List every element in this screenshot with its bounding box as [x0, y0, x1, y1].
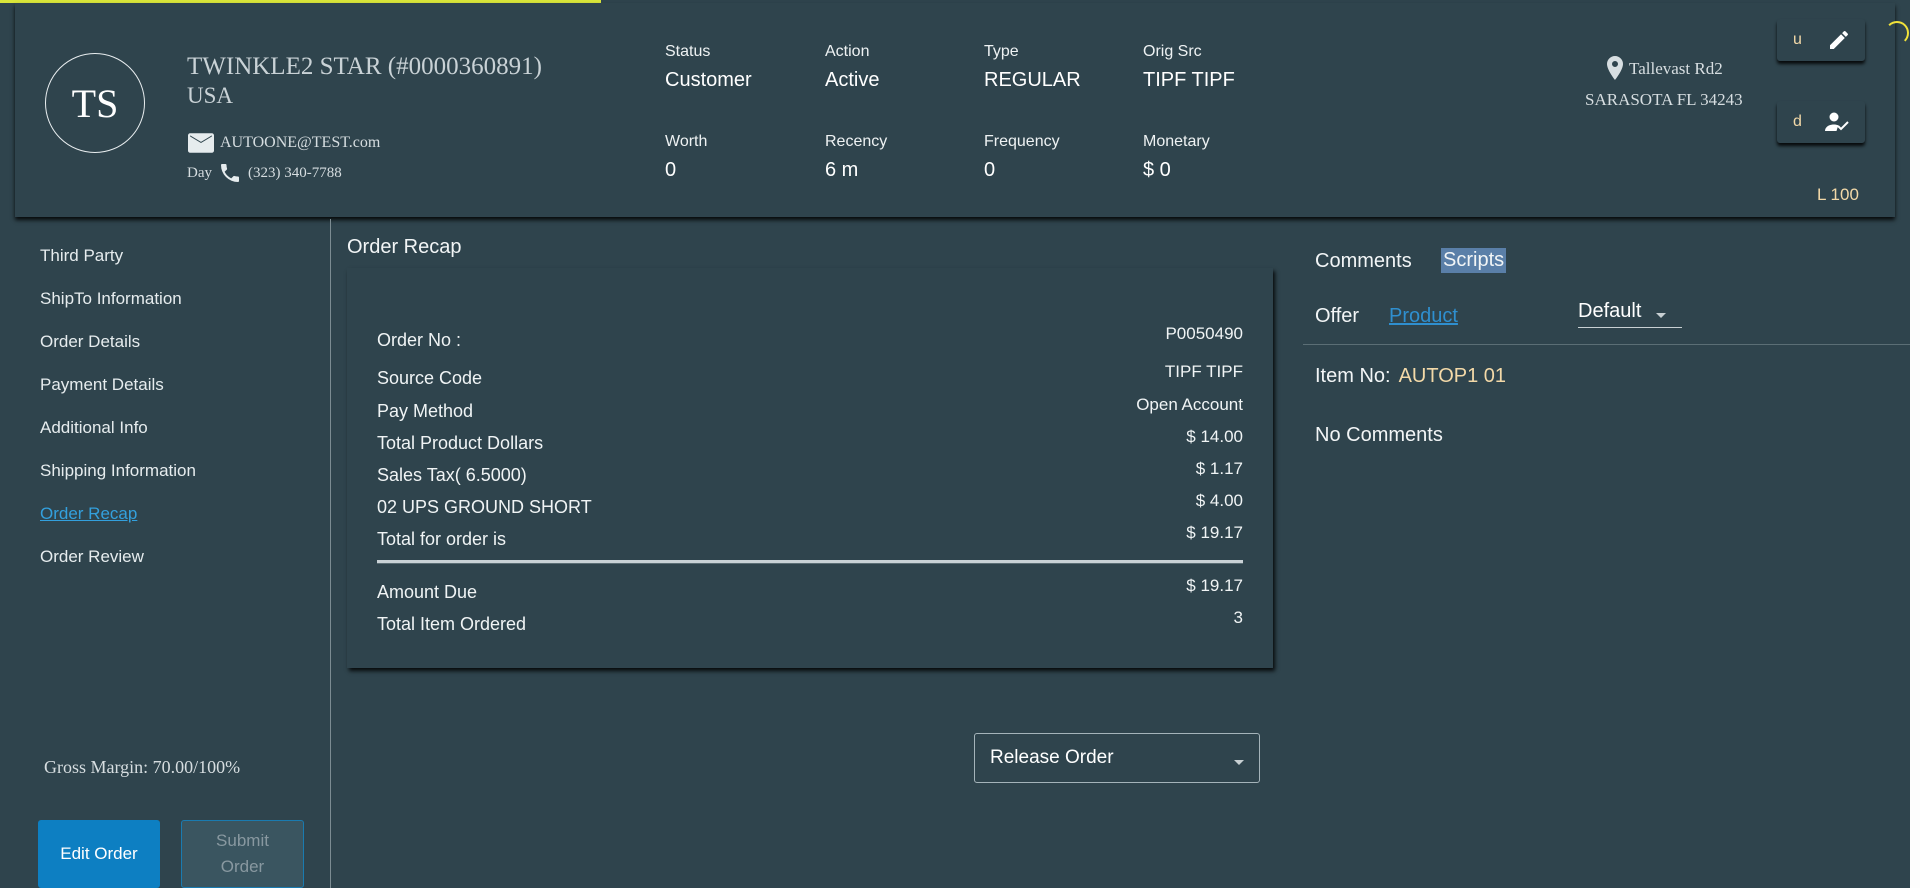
- stat-frequency: Frequency 0: [984, 133, 1060, 181]
- sidebar-item-third-party[interactable]: Third Party: [40, 246, 123, 266]
- item-code: AUTOP1 01: [1398, 365, 1507, 387]
- phone-icon: [218, 161, 242, 185]
- stat-worth: Worth 0: [665, 133, 708, 181]
- release-order-select[interactable]: Release Order: [974, 733, 1260, 783]
- user-check-icon: [1825, 111, 1851, 133]
- stat-orig-src: Orig Src TIPF TIPF: [1143, 43, 1235, 91]
- chevron-down-icon: [1234, 759, 1244, 765]
- address-line-1: Tallevast Rd2: [1629, 59, 1723, 78]
- customer-name: TWINKLE2 STAR (#0000360891): [187, 53, 542, 80]
- panel-divider: [1303, 344, 1910, 345]
- recap-row: Sales Tax( 6.5000) $ 1.17: [377, 459, 1243, 485]
- location-pin-icon: [1605, 56, 1625, 82]
- customer-email[interactable]: AUTOONE@TEST.com: [220, 134, 380, 152]
- pencil-icon: [1827, 28, 1851, 52]
- avatar: TS: [45, 53, 145, 153]
- sidebar-item-shipping-information[interactable]: Shipping Information: [40, 461, 196, 481]
- recap-row: Total for order is $ 19.17: [377, 523, 1243, 549]
- tab-scripts[interactable]: Scripts: [1441, 248, 1507, 273]
- stat-recency: Recency 6 m: [825, 133, 888, 181]
- phone-label: Day: [187, 164, 212, 181]
- sidebar-item-shipto-information[interactable]: ShipTo Information: [40, 289, 182, 309]
- customer-phone[interactable]: (323) 340-7788: [248, 165, 342, 182]
- stat-monetary: Monetary $ 0: [1143, 133, 1210, 181]
- total-items-row: Total Item Ordered 3: [377, 608, 1243, 634]
- sidebar-item-additional-info[interactable]: Additional Info: [40, 418, 148, 438]
- recap-row: 02 UPS GROUND SHORT $ 4.00: [377, 491, 1243, 517]
- recap-row: Order No : P0050490: [377, 324, 1243, 350]
- sidebar-item-order-details[interactable]: Order Details: [40, 332, 140, 352]
- sidebar-item-payment-details[interactable]: Payment Details: [40, 375, 164, 395]
- address-line-2: SARASOTA FL 34243: [1585, 90, 1743, 109]
- stat-type: Type REGULAR: [984, 43, 1081, 91]
- tab-offer[interactable]: Offer: [1315, 305, 1359, 328]
- customer-country: USA: [187, 83, 234, 108]
- submit-order-button[interactable]: Submit Order: [181, 820, 304, 888]
- sidebar-item-order-recap[interactable]: Order Recap: [40, 504, 137, 524]
- customer-address: Tallevast Rd2 SARASOTA FL 34243: [1585, 56, 1743, 110]
- stat-action: Action Active: [825, 43, 880, 91]
- customer-header: TS TWINKLE2 STAR (#0000360891) USA AUTOO…: [15, 3, 1909, 217]
- amount-due-row: Amount Due $ 19.17: [377, 576, 1243, 602]
- phone-row: Day (323) 340-7788: [187, 161, 342, 185]
- recap-row: Pay Method Open Account: [377, 395, 1243, 421]
- loading-spinner-icon: [1885, 21, 1909, 45]
- tab-product[interactable]: Product: [1389, 305, 1458, 328]
- order-recap-card: Order No : P0050490 Source Code TIPF TIPF …: [347, 268, 1273, 668]
- update-customer-button[interactable]: u: [1777, 19, 1865, 61]
- order-recap-title: Order Recap: [347, 236, 462, 258]
- level-indicator: L 100: [1817, 185, 1859, 204]
- customer-detail-button[interactable]: d: [1777, 101, 1865, 143]
- tab-comments[interactable]: Comments: [1315, 250, 1412, 273]
- gross-margin: Gross Margin: 70.00/100%: [44, 757, 241, 777]
- sidebar-item-order-review[interactable]: Order Review: [40, 547, 144, 567]
- email-row: AUTOONE@TEST.com: [188, 133, 380, 153]
- edit-order-button[interactable]: Edit Order: [38, 820, 160, 888]
- chevron-down-icon: [1656, 313, 1666, 318]
- comment-filter-select[interactable]: Default: [1578, 296, 1682, 328]
- stat-status: Status Customer: [665, 43, 752, 91]
- recap-divider: [377, 560, 1243, 564]
- email-icon: [188, 133, 214, 153]
- no-comments-text: No Comments: [1315, 424, 1443, 446]
- scrollbar[interactable]: [1910, 0, 1920, 888]
- sidebar: Third Party ShipTo Information Order Det…: [0, 219, 331, 888]
- item-number: Item No: AUTOP1 01: [1315, 365, 1507, 387]
- recap-row: Total Product Dollars $ 14.00: [377, 427, 1243, 453]
- recap-row: Source Code TIPF TIPF: [377, 362, 1243, 388]
